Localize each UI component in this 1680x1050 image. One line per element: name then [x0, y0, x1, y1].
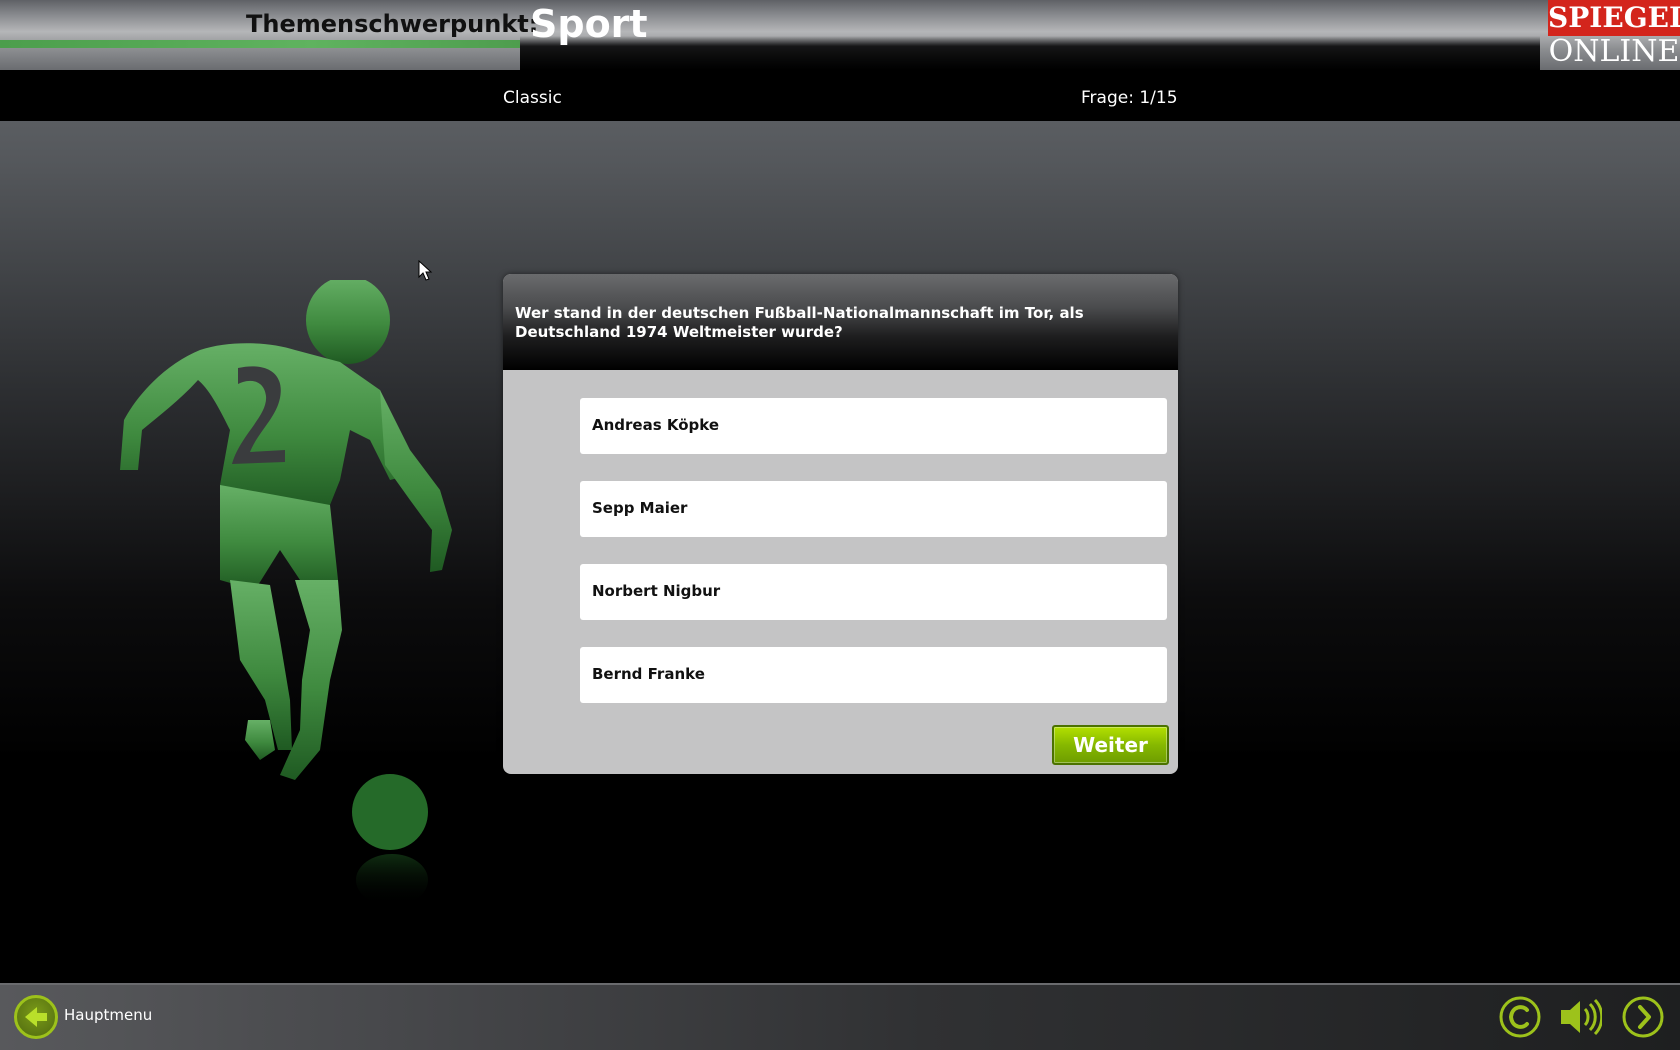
- topic-title: Sport: [530, 2, 648, 46]
- question-counter: Frage: 1/15: [1081, 88, 1178, 108]
- header-shadow: [520, 36, 1540, 70]
- answer-option-3[interactable]: Norbert Nigbur: [580, 564, 1167, 620]
- answer-label: Sepp Maier: [592, 499, 688, 517]
- footer-bar: [0, 983, 1680, 1050]
- game-mode: Classic: [503, 88, 562, 108]
- mouse-cursor-icon: [418, 260, 433, 281]
- topic-label: Themenschwerpunkt:: [246, 10, 539, 38]
- answer-label: Norbert Nigbur: [592, 582, 721, 600]
- spiegel-online-logo: SPIEGEL ONLINE: [1548, 0, 1680, 70]
- copyright-icon[interactable]: [1498, 995, 1542, 1039]
- info-bar: [0, 70, 1680, 121]
- soccer-player-icon: [120, 280, 452, 906]
- footer-divider: [0, 983, 1680, 985]
- answer-label: Andreas Köpke: [592, 416, 720, 434]
- back-arrow-icon[interactable]: [14, 995, 58, 1039]
- logo-spiegel: SPIEGEL: [1548, 0, 1680, 36]
- question-text: Wer stand in der deutschen Fußball-Natio…: [515, 304, 1084, 341]
- game-screen: Themenschwerpunkt: Sport SPIEGEL ONLINE …: [0, 0, 1680, 1050]
- header-accent-line: [0, 40, 520, 48]
- answer-option-4[interactable]: Bernd Franke: [580, 647, 1167, 703]
- main-menu-link[interactable]: Hauptmenu: [64, 1006, 152, 1024]
- logo-online: ONLINE: [1548, 34, 1680, 69]
- answer-label: Bernd Franke: [592, 665, 705, 683]
- answer-option-2[interactable]: Sepp Maier: [580, 481, 1167, 537]
- speaker-icon[interactable]: [1558, 995, 1602, 1039]
- forward-arrow-icon[interactable]: [1621, 995, 1665, 1039]
- next-button[interactable]: Weiter: [1052, 725, 1169, 765]
- answer-option-1[interactable]: Andreas Köpke: [580, 398, 1167, 454]
- question-panel: Wer stand in der deutschen Fußball-Natio…: [503, 274, 1178, 774]
- question-header: Wer stand in der deutschen Fußball-Natio…: [503, 274, 1178, 370]
